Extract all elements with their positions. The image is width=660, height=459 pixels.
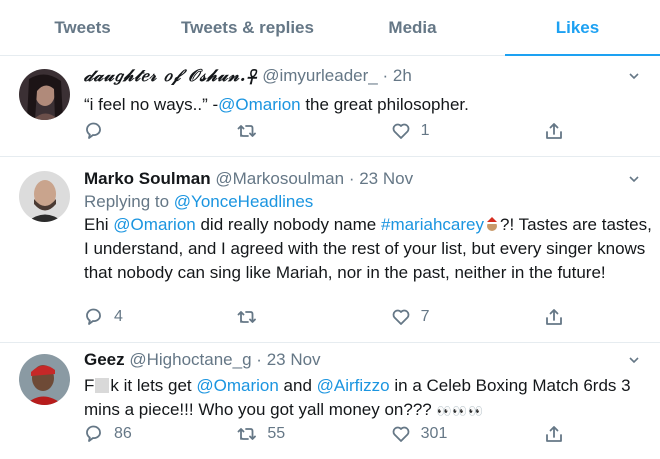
text-segment: and xyxy=(278,376,317,395)
retweet-button[interactable] xyxy=(237,307,390,327)
like-button[interactable]: 7 xyxy=(391,307,544,327)
censor-block xyxy=(95,378,110,393)
tweet-body: Geez @Highoctane_g · 23 Nov Fk it lets g… xyxy=(84,349,652,423)
reply-button[interactable]: 86 xyxy=(84,424,237,444)
text-segment: F xyxy=(84,376,95,395)
retweet-button[interactable]: 55 xyxy=(237,424,390,444)
tweet-header: Marko Soulman @Markosoulman · 23 Nov xyxy=(84,168,652,190)
avatar-image xyxy=(19,171,70,222)
tweet-body: Marko Soulman @Markosoulman · 23 Nov Rep… xyxy=(84,168,652,285)
mention-link[interactable]: @Omarion xyxy=(196,376,278,395)
tweet-body: 𝒹𝒶𝓊𝑔𝒽𝓉𝑒𝓇 𝑜𝒻 𝒪𝓈𝒽𝓊𝓃.☥ @imyurleader_ · 2h “… xyxy=(84,65,652,117)
share-button[interactable] xyxy=(544,424,564,444)
text-segment: “i feel no ways..” - xyxy=(84,95,219,114)
avatar[interactable] xyxy=(19,69,70,120)
tweet[interactable]: 𝒹𝒶𝓊𝑔𝒽𝓉𝑒𝓇 𝑜𝒻 𝒪𝓈𝒽𝓊𝓃.☥ @imyurleader_ · 2h “… xyxy=(0,56,660,157)
tweet-text: Fk it lets get @Omarion and @Airfizzo in… xyxy=(84,374,652,423)
reply-icon xyxy=(86,122,101,139)
santa-emoji-icon xyxy=(485,217,498,231)
tweet-actions: 1 xyxy=(84,121,564,141)
reply-icon xyxy=(86,425,101,442)
avatar[interactable] xyxy=(19,354,70,405)
text-segment: Ehi xyxy=(84,215,114,234)
replying-to-label: Replying to xyxy=(84,192,174,211)
retweet-icon xyxy=(237,311,257,323)
mention-link[interactable]: @YonceHeadlines xyxy=(174,192,314,211)
reply-button[interactable]: 4 xyxy=(84,307,237,327)
caret-down-icon[interactable] xyxy=(628,67,640,89)
reply-button[interactable] xyxy=(84,121,237,141)
timestamp[interactable]: 23 Nov xyxy=(267,350,321,369)
share-button[interactable] xyxy=(544,307,564,327)
timestamp[interactable]: 2h xyxy=(393,66,412,85)
share-icon xyxy=(546,309,562,325)
text-segment: the great philosopher. xyxy=(300,95,469,114)
tab-tweets-replies[interactable]: Tweets & replies xyxy=(165,0,330,55)
share-icon xyxy=(546,123,562,139)
reply-count: 4 xyxy=(114,308,123,325)
like-count: 7 xyxy=(420,308,430,325)
tab-media[interactable]: Media xyxy=(330,0,495,55)
like-icon xyxy=(392,123,410,139)
hashtag-link[interactable]: #mariahcarey xyxy=(381,215,484,234)
reply-icon xyxy=(86,308,101,325)
retweet-icon xyxy=(237,125,257,137)
mention-link[interactable]: @Omarion xyxy=(113,215,195,234)
avatar-image xyxy=(19,69,70,120)
separator-dot: · xyxy=(348,169,355,188)
tweet-header: Geez @Highoctane_g · 23 Nov xyxy=(84,349,652,371)
share-button[interactable] xyxy=(544,121,564,141)
tweet-text: Ehi @Omarion did really nobody name #mar… xyxy=(84,213,652,285)
display-name[interactable]: 𝒹𝒶𝓊𝑔𝒽𝓉𝑒𝓇 𝑜𝒻 𝒪𝓈𝒽𝓊𝓃.☥ xyxy=(84,66,257,86)
display-name[interactable]: Geez xyxy=(84,350,125,369)
tweet-header: 𝒹𝒶𝓊𝑔𝒽𝓉𝑒𝓇 𝑜𝒻 𝒪𝓈𝒽𝓊𝓃.☥ @imyurleader_ · 2h xyxy=(84,65,652,87)
eyes-emoji: 👀👀👀 xyxy=(436,404,485,418)
tweet[interactable]: Marko Soulman @Markosoulman · 23 Nov Rep… xyxy=(0,157,660,343)
caret-down-icon[interactable] xyxy=(628,170,640,192)
reply-count: 86 xyxy=(114,425,132,442)
tweet-actions: 4 7 xyxy=(84,307,564,327)
separator-dot: · xyxy=(256,350,262,369)
like-count: 301 xyxy=(420,425,448,442)
avatar-image xyxy=(19,354,70,405)
mention-link[interactable]: @Airfizzo xyxy=(317,376,390,395)
like-icon xyxy=(392,426,410,442)
retweet-icon xyxy=(237,428,257,440)
caret-down-icon[interactable] xyxy=(628,351,640,373)
tab-likes[interactable]: Likes xyxy=(495,0,660,56)
tweet-text: “i feel no ways..” -@Omarion the great p… xyxy=(84,93,652,117)
retweet-count: 55 xyxy=(267,425,286,442)
mention-link[interactable]: @Omarion xyxy=(218,95,300,114)
avatar[interactable] xyxy=(19,171,70,222)
replying-to: Replying to @YonceHeadlines xyxy=(84,190,652,213)
timestamp[interactable]: 23 Nov xyxy=(359,169,413,188)
display-name[interactable]: Marko Soulman xyxy=(84,169,211,188)
handle[interactable]: @imyurleader_ xyxy=(262,66,378,85)
text-segment: did really nobody name xyxy=(195,215,381,234)
share-icon xyxy=(546,426,562,442)
handle[interactable]: @Markosoulman xyxy=(215,169,344,188)
handle[interactable]: @Highoctane_g xyxy=(129,350,251,369)
like-icon xyxy=(392,309,410,325)
like-count: 1 xyxy=(420,122,430,139)
text-segment: k it lets get xyxy=(110,376,197,395)
like-button[interactable]: 301 xyxy=(391,424,544,444)
separator-dot: · xyxy=(382,66,389,85)
like-button[interactable]: 1 xyxy=(391,121,544,141)
tweet-actions: 86 55 301 xyxy=(84,424,564,444)
tweet[interactable]: Geez @Highoctane_g · 23 Nov Fk it lets g… xyxy=(0,343,660,459)
tab-tweets[interactable]: Tweets xyxy=(0,0,165,55)
retweet-button[interactable] xyxy=(237,121,390,141)
profile-tabs: Tweets Tweets & replies Media Likes xyxy=(0,0,660,56)
